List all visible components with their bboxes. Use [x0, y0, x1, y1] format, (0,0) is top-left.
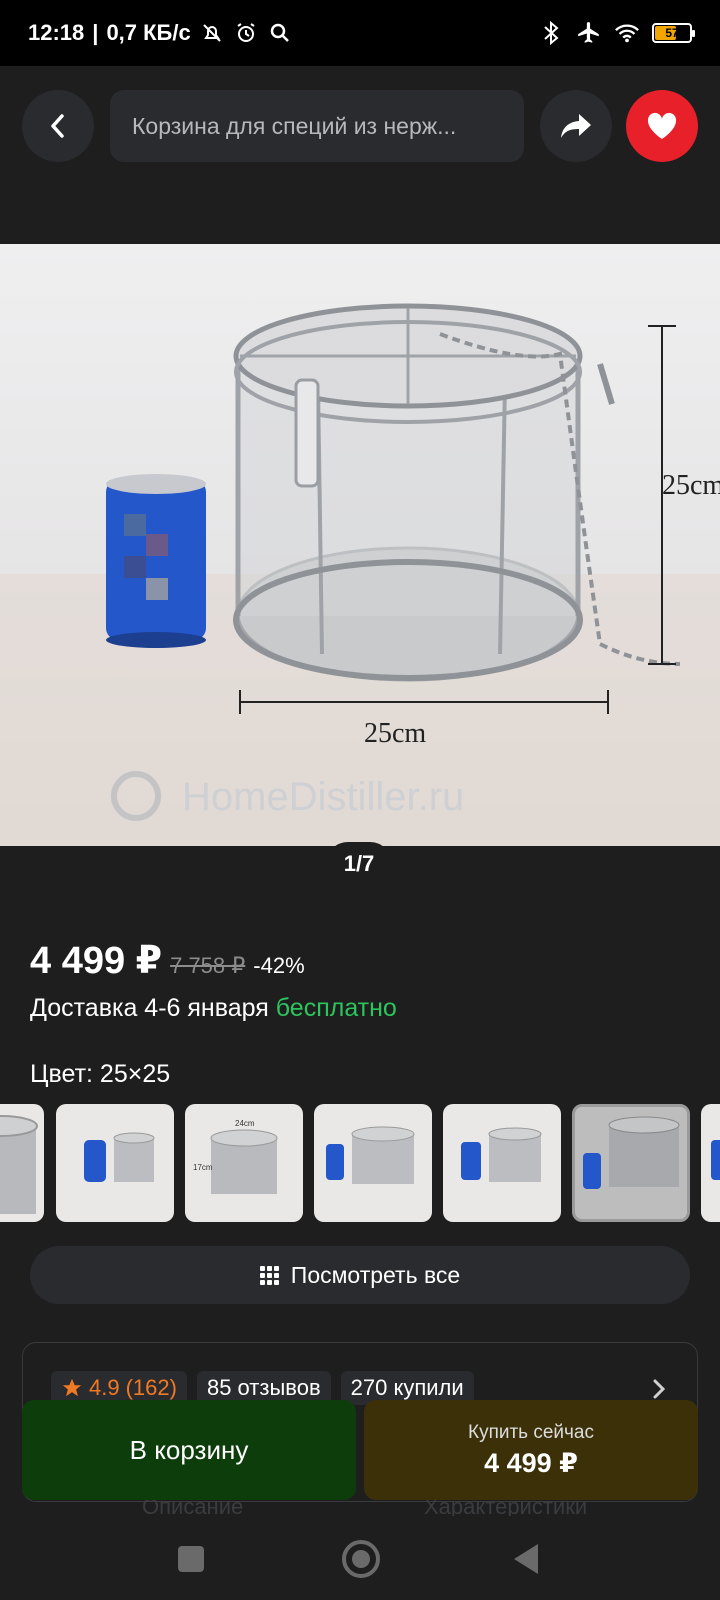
discount-badge: -42%: [253, 953, 305, 978]
share-arrow-icon: [561, 114, 591, 138]
bluetooth-icon: [538, 20, 564, 46]
status-speed: 0,7 КБ/с: [106, 20, 191, 45]
airplane-icon: [576, 20, 602, 46]
rating-count: (162): [125, 1375, 177, 1400]
back-button[interactable]: [22, 90, 94, 162]
color-label: Цвет: 25×25: [30, 1060, 171, 1088]
old-price: 7 758 ₽: [170, 953, 246, 978]
price-row: 4 499 ₽ 7 758 ₽ -42%: [30, 938, 305, 983]
star-icon: [62, 1378, 82, 1397]
view-all-button[interactable]: Посмотреть все: [30, 1246, 690, 1304]
share-button[interactable]: [540, 90, 612, 162]
chevron-right-icon: [653, 1379, 666, 1399]
variant-thumb[interactable]: [443, 1104, 561, 1222]
product-photo: 25cm 25cm HomeDistiller.ru: [0, 303, 720, 846]
variant-thumb[interactable]: [0, 1104, 44, 1222]
variant-thumb[interactable]: [314, 1104, 432, 1222]
recent-apps-icon[interactable]: [178, 1546, 204, 1572]
home-icon[interactable]: [342, 1540, 380, 1578]
chevron-left-icon: [51, 114, 64, 138]
alarm-icon: [233, 20, 259, 46]
battery-icon: 57: [652, 23, 695, 43]
can-image: [106, 474, 206, 648]
delivery-info: Доставка 4-6 января бесплатно: [30, 994, 397, 1023]
product-image-gallery[interactable]: 25cm 25cm HomeDistiller.ru: [0, 244, 720, 846]
status-bar: 12:18 | 0,7 КБ/с 57: [0, 0, 720, 66]
height-dimension-label: 25cm: [662, 470, 720, 501]
status-time: 12:18: [28, 20, 85, 45]
thumb-dimension-label: 24cm: [235, 1119, 255, 1128]
width-dimension-label: 25cm: [364, 718, 426, 749]
delivery-free: бесплатно: [275, 994, 397, 1022]
buy-now-label: Купить сейчас: [468, 1421, 594, 1443]
search-input[interactable]: Корзина для специй из нерж...: [110, 90, 524, 162]
variant-thumb-selected[interactable]: [572, 1104, 690, 1222]
variant-thumbnails: 24cm 17cm: [0, 1104, 720, 1222]
variant-thumb[interactable]: 24cm 17cm: [185, 1104, 303, 1222]
rating-score: 4.9: [89, 1375, 120, 1400]
delivery-dates: Доставка 4-6 января: [30, 994, 269, 1022]
grid-icon: [259, 1265, 279, 1285]
image-counter: 1/7: [326, 842, 392, 886]
watermark-text: HomeDistiller.ru: [182, 775, 464, 819]
add-to-cart-button[interactable]: В корзину: [22, 1400, 356, 1500]
system-navigation-bar: [0, 1516, 720, 1600]
variant-thumb[interactable]: [701, 1104, 720, 1222]
heart-icon: [647, 112, 677, 139]
top-app-bar: Корзина для специй из нерж...: [0, 66, 720, 244]
buy-now-button[interactable]: Купить сейчас 4 499 ₽: [364, 1400, 698, 1500]
back-triangle-icon[interactable]: [514, 1544, 538, 1574]
current-price: 4 499 ₽: [30, 940, 163, 982]
buy-now-price: 4 499 ₽: [484, 1447, 578, 1478]
view-all-label: Посмотреть все: [290, 1261, 461, 1288]
favorite-button[interactable]: [626, 90, 698, 162]
mute-bell-icon: [199, 20, 225, 46]
search-icon: [267, 20, 293, 46]
variant-thumb[interactable]: [56, 1104, 174, 1222]
thumb-dimension-label: 17cm: [193, 1163, 213, 1172]
wifi-icon: [614, 20, 640, 46]
